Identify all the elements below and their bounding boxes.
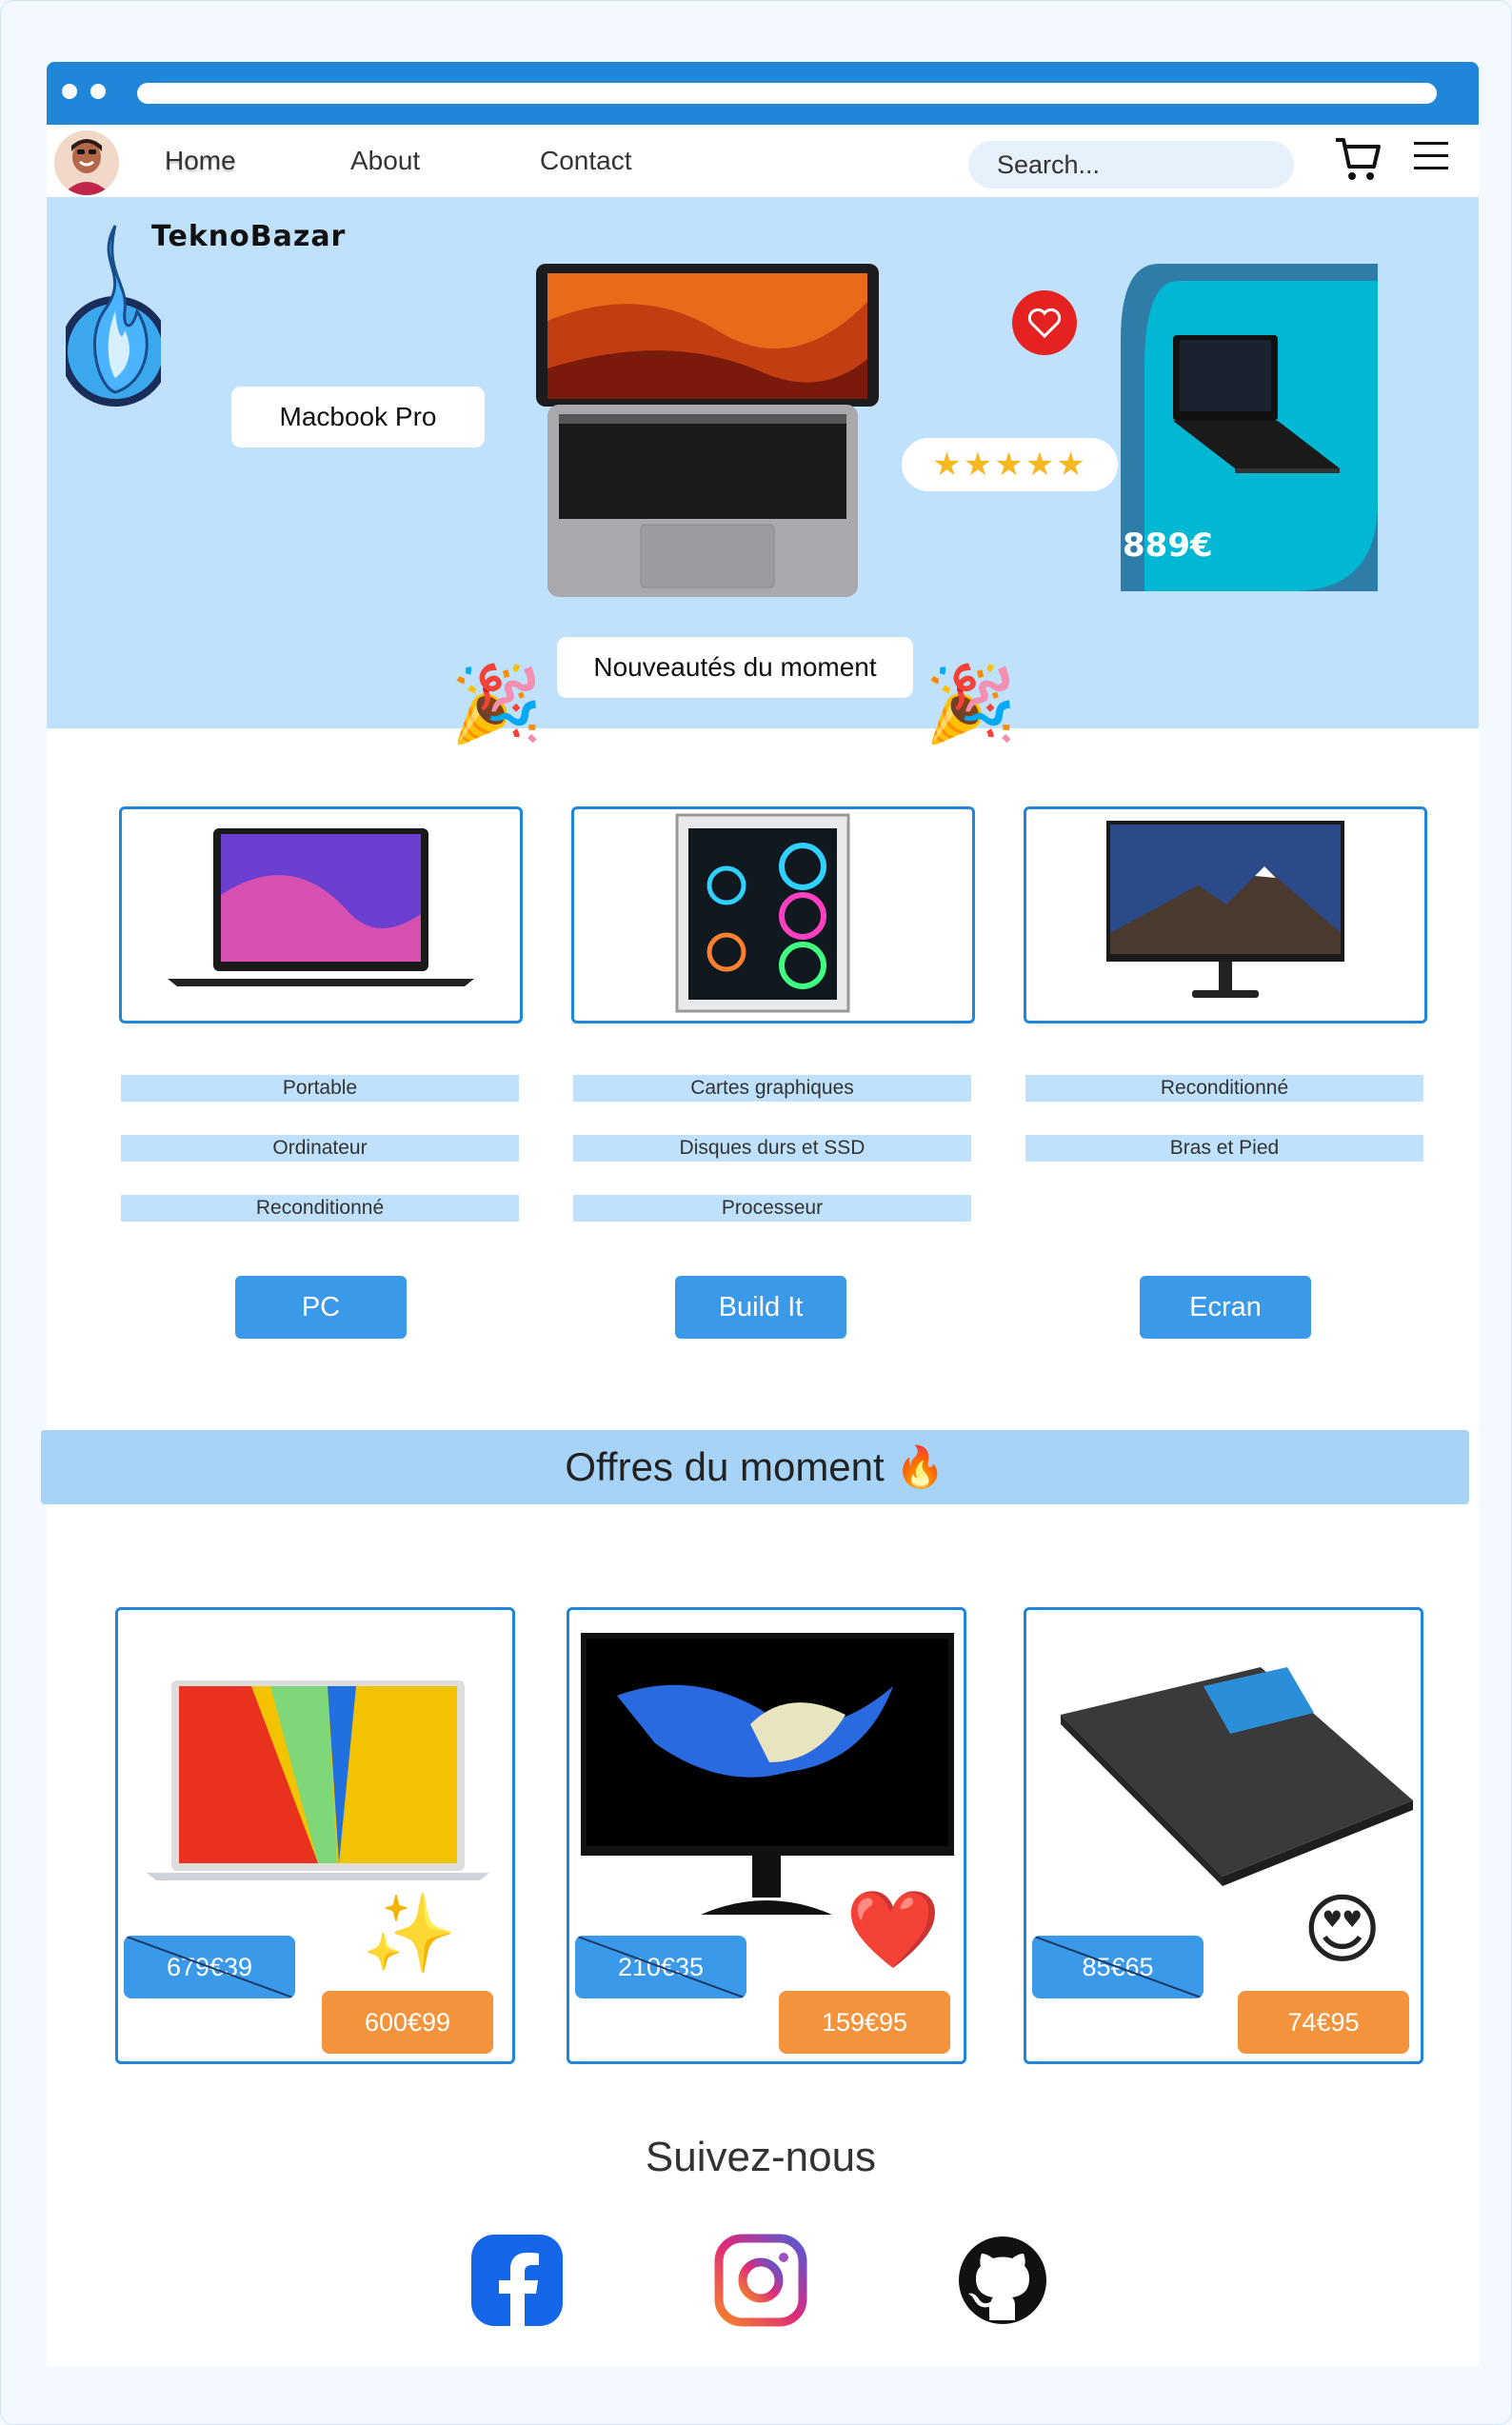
search-input[interactable] <box>968 141 1294 189</box>
heart-emoji-icon: ❤️ <box>846 1885 941 1974</box>
new-price: 600€99 <box>322 1991 493 2054</box>
strikethrough-line <box>575 1936 746 1998</box>
strikethrough-line <box>124 1936 295 1998</box>
top-navigation: Home About Contact <box>47 125 1479 197</box>
promo-price: 889€ <box>1123 527 1213 565</box>
macbook-image <box>536 264 879 597</box>
ssd-image <box>1061 1667 1413 1886</box>
new-price: 159€95 <box>779 1991 950 2054</box>
heart-icon <box>1027 308 1062 339</box>
offers-section-title: Offres du moment 🔥 <box>41 1430 1469 1504</box>
category-card-pc[interactable] <box>119 806 523 1024</box>
old-price: 210€35 <box>575 1936 746 1998</box>
hero-banner: TeknoBazar Macbook Pro ★★★★★ 889€ 🎉 Nouv… <box>47 197 1479 742</box>
new-price: 74€95 <box>1238 1991 1409 2054</box>
product-label[interactable]: Macbook Pro <box>231 387 485 447</box>
instagram-icon[interactable] <box>713 2233 808 2328</box>
brand-name: TeknoBazar <box>151 220 347 253</box>
vivobook-image <box>147 1680 489 1880</box>
rating-stars: ★★★★★ <box>902 438 1118 491</box>
cart-icon[interactable] <box>1334 134 1382 184</box>
follow-us-heading: Suivez-nous <box>645 2134 877 2180</box>
pc-case-image <box>675 813 850 1013</box>
build-it-button[interactable]: Build It <box>675 1276 846 1339</box>
window-dot <box>62 84 77 99</box>
pc-button[interactable]: PC <box>235 1276 407 1339</box>
github-icon[interactable] <box>955 2233 1050 2328</box>
hamburger-menu-icon[interactable] <box>1414 140 1448 172</box>
window-dot <box>90 84 106 99</box>
acer-monitor-image <box>581 1633 954 1915</box>
nav-about-link[interactable]: About <box>350 146 420 176</box>
address-bar[interactable] <box>137 83 1437 104</box>
favorite-button[interactable] <box>1012 290 1077 355</box>
sparkles-icon: ✨ <box>362 1889 457 1978</box>
category-label[interactable]: Cartes graphiques <box>573 1075 971 1102</box>
user-avatar[interactable] <box>54 130 119 195</box>
heart-eyes-icon: 😍 <box>1303 1885 1383 1974</box>
laptop-image <box>168 828 474 986</box>
old-price: 85€65 <box>1032 1936 1204 1998</box>
category-label[interactable]: Ordinateur <box>121 1135 519 1162</box>
offer-card[interactable]: 85€65 😍 74€95 <box>1024 1607 1423 2064</box>
offer-card[interactable]: 679€39 ✨ 600€99 <box>115 1607 515 2064</box>
browser-window: Home About Contact TeknoBazar Macbook Pr… <box>41 62 1479 2366</box>
offer-card[interactable]: 210€35 ❤️ 159€95 <box>567 1607 966 2064</box>
banner-text: Nouveautés du moment <box>557 637 913 698</box>
facebook-icon[interactable] <box>469 2233 565 2328</box>
old-price: 679€39 <box>124 1936 295 1998</box>
category-label[interactable]: Processeur <box>573 1195 971 1222</box>
category-card-build[interactable] <box>571 806 975 1024</box>
fire-logo-icon <box>66 225 161 407</box>
ecran-button[interactable]: Ecran <box>1140 1276 1311 1339</box>
strikethrough-line <box>1032 1936 1204 1998</box>
party-popper-icon: 🎉 <box>450 662 544 747</box>
party-popper-icon: 🎉 <box>925 662 1018 747</box>
page-frame: Home About Contact TeknoBazar Macbook Pr… <box>0 0 1512 2425</box>
category-label[interactable]: Disques durs et SSD <box>573 1135 971 1162</box>
category-card-screen[interactable] <box>1024 806 1427 1024</box>
category-label[interactable]: Reconditionné <box>121 1195 519 1222</box>
category-label[interactable]: Bras et Pied <box>1025 1135 1423 1162</box>
nav-home-link[interactable]: Home <box>165 146 236 176</box>
category-label[interactable]: Portable <box>121 1075 519 1102</box>
browser-titlebar <box>47 62 1479 125</box>
nav-contact-link[interactable]: Contact <box>540 146 632 176</box>
category-label[interactable]: Reconditionné <box>1025 1075 1423 1102</box>
monitor-image <box>1106 821 1344 998</box>
